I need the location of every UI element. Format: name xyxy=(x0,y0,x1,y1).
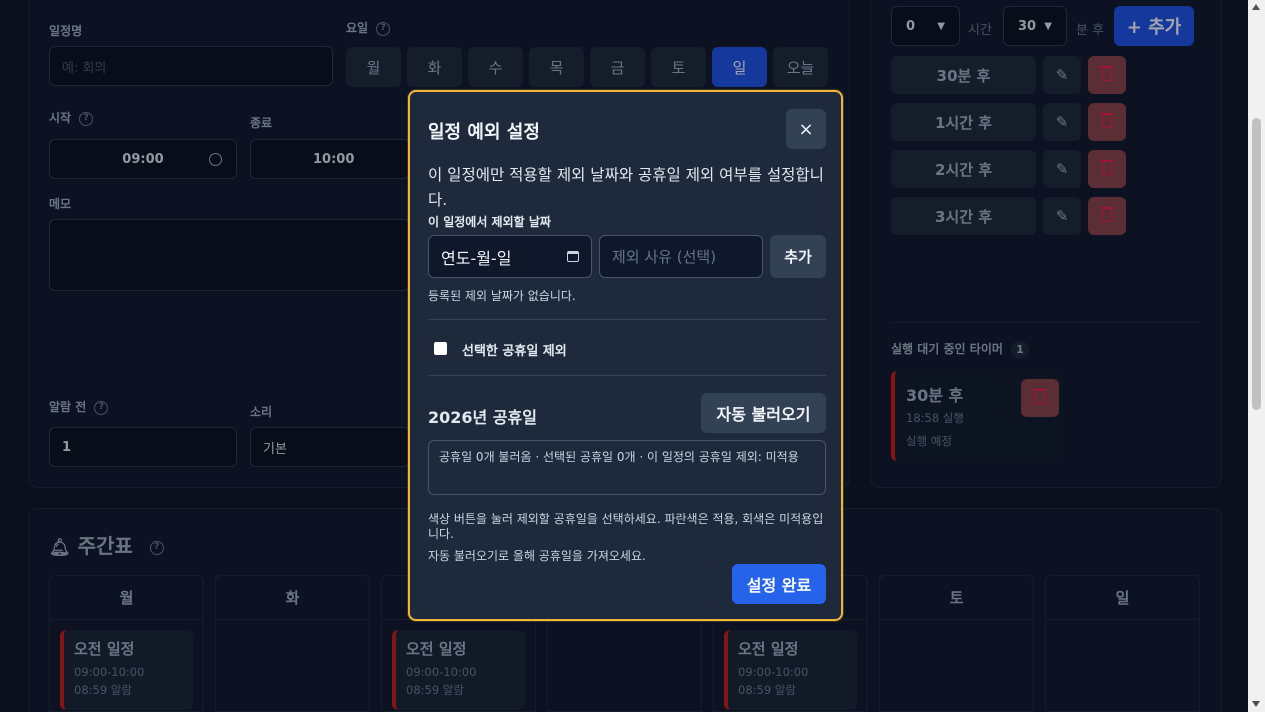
divider xyxy=(428,319,826,320)
exclude-date-input[interactable]: 연도-월-일 xyxy=(428,235,592,278)
exception-settings-modal: 일정 예외 설정 × 이 일정에만 적용할 제외 날짜와 공휴일 제외 여부를 … xyxy=(408,90,843,621)
calendar-icon[interactable] xyxy=(567,251,579,262)
modal-description: 이 일정에만 적용할 제외 날짜와 공휴일 제외 여부를 설정합니다. xyxy=(428,166,824,209)
scroll-down-icon[interactable] xyxy=(1252,701,1260,707)
scrollbar-thumb[interactable] xyxy=(1252,118,1261,410)
exclude-reason-input[interactable]: 제외 사유 (선택) xyxy=(599,235,763,278)
add-exclude-date-button[interactable]: 추가 xyxy=(770,235,826,278)
holiday-help-text: 색상 버튼을 눌러 제외할 공휴일을 선택하세요. 파란색은 적용, 회색은 미… xyxy=(428,512,824,541)
auto-load-help-text: 자동 불러오기로 올해 공휴일을 가져오세요. xyxy=(428,549,646,563)
exclude-holidays-label[interactable]: 선택한 공휴일 제외 xyxy=(462,340,567,359)
reason-placeholder: 제외 사유 (선택) xyxy=(612,248,717,266)
exclude-date-label: 이 일정에서 제외할 날짜 xyxy=(428,215,551,229)
done-button[interactable]: 설정 완료 xyxy=(732,564,826,604)
holiday-status-box: 공휴일 0개 불러옴 · 선택된 공휴일 0개 · 이 일정의 공휴일 제외: … xyxy=(428,440,826,495)
close-icon: × xyxy=(798,118,814,140)
exclude-holidays-checkbox[interactable] xyxy=(434,342,447,355)
close-button[interactable]: × xyxy=(786,109,826,149)
scrollbar[interactable] xyxy=(1248,0,1265,712)
scroll-up-icon[interactable] xyxy=(1252,4,1260,10)
empty-exclusions-note: 등록된 제외 날짜가 없습니다. xyxy=(428,289,576,303)
holiday-section-title: 2026년 공휴일 xyxy=(428,408,537,427)
modal-title: 일정 예외 설정 xyxy=(428,122,540,143)
auto-load-button[interactable]: 자동 불러오기 xyxy=(701,393,826,433)
date-placeholder: 연도-월-일 xyxy=(441,248,512,268)
divider xyxy=(428,375,826,376)
